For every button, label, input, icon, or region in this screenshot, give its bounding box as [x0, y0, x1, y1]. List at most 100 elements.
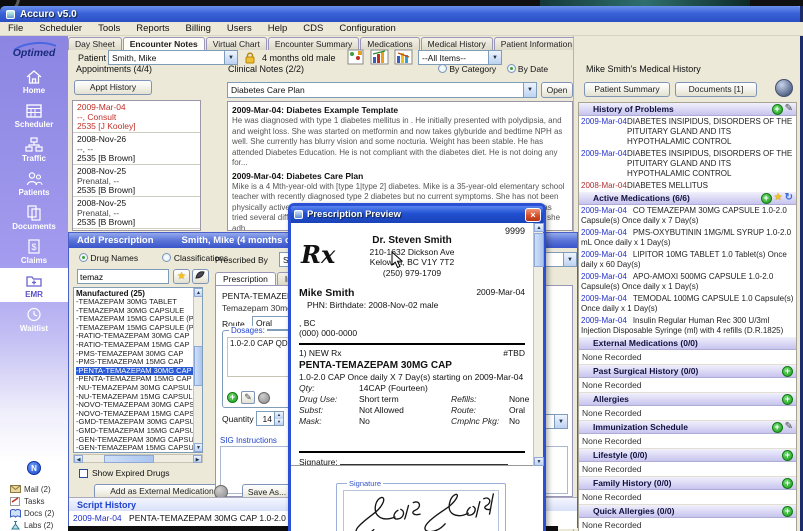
chevron-down-icon[interactable]: ▼ [224, 51, 237, 64]
add-icon[interactable]: + [771, 103, 783, 115]
problem-row[interactable]: 2008-Mar-04 DIABETES MELLITUS [579, 180, 796, 192]
appointment-row[interactable]: 2008-Nov-25 Prenatal, -- 2535 [B Brown] [73, 197, 200, 229]
by-category-radio[interactable]: By Category [438, 64, 496, 74]
growth-chart-icon-2[interactable] [370, 48, 390, 66]
add-icon[interactable]: + [782, 365, 793, 377]
section-header[interactable]: Allergies + ✎ [579, 393, 796, 406]
drug-search-input[interactable] [77, 269, 169, 284]
scroll-up-icon[interactable]: ▲ [534, 223, 544, 232]
sidebar-item-scheduler[interactable]: Scheduler [0, 98, 68, 132]
dialog-titlebar[interactable]: Prescription Preview × [291, 206, 543, 223]
edit-dosage-icon[interactable]: ✎ [241, 391, 255, 404]
sidebar-item-patients[interactable]: Patients [0, 166, 68, 200]
section-header[interactable]: Past Surgical History (0/0) + ✎ [579, 365, 796, 378]
medication-row[interactable]: 2009-Mar-04 Insulin Regular Human Rec 300… [579, 315, 796, 337]
menu-item[interactable]: Users [219, 23, 260, 34]
clinical-note[interactable]: 2009-Mar-04: Diabetes Example Template H… [232, 105, 568, 169]
spin-down-icon[interactable]: ▼ [275, 418, 283, 425]
appointment-row[interactable]: 2009-Mar-04 --, Consult 2535 [J Kooley] [73, 101, 200, 133]
sidebar-item-traffic[interactable]: Traffic [0, 132, 68, 166]
items-filter-select[interactable]: --All Items-- ▼ [418, 50, 502, 65]
show-expired-checkbox[interactable]: Show Expired Drugs [79, 468, 169, 478]
globe-icon[interactable] [775, 79, 793, 97]
drug-list-hscrollbar[interactable]: ◀ ▶ [73, 454, 203, 463]
add-icon[interactable]: + [782, 477, 793, 489]
section-header[interactable]: Family History (0/0) + ✎ [579, 477, 796, 490]
scroll-up-icon[interactable]: ▲ [194, 288, 202, 297]
medication-row[interactable]: 2009-Mar-04 LIPITOR 10MG TABLET 1.0 Table… [579, 249, 796, 271]
sidebar-item-docs[interactable]: Docs (2) [0, 507, 68, 519]
tab[interactable]: Day Sheet [68, 37, 122, 50]
dialog-scrollbar[interactable]: ▲ ▼ [533, 223, 544, 466]
problem-row[interactable]: 2009-Mar-04 DIABETES INSIPIDUS, DISORDER… [579, 148, 796, 180]
patient-summary-button[interactable]: Patient Summary [584, 82, 670, 97]
section-header[interactable]: Quick Allergies (0/0) + ✎ [579, 505, 796, 518]
quantity-stepper[interactable]: 14 ▲ ▼ [256, 411, 284, 426]
note-template-select[interactable]: Diabetes Care Plan ▼ [227, 82, 537, 98]
add-dosage-icon[interactable]: + [227, 392, 238, 403]
drug-list-scrollbar[interactable]: ▲ ▼ [193, 288, 202, 452]
drug-row[interactable]: GEN-TEMAZEPAM 15MG CAPSULE [76, 443, 194, 452]
chevron-down-icon[interactable]: ▼ [563, 253, 576, 266]
favorites-button[interactable]: ★ [173, 269, 190, 284]
sidebar-item-labs[interactable]: Labs (2) [0, 519, 68, 531]
appointment-row[interactable]: 2008-Nov-25 Prenatal, -- 2535 [B Brown] [73, 165, 200, 197]
section-header[interactable]: Immunization Schedule + ✎ [579, 421, 796, 434]
scroll-thumb[interactable] [104, 455, 154, 463]
star-icon[interactable]: ★ [774, 193, 783, 203]
chevron-down-icon[interactable]: ▼ [523, 83, 536, 97]
menu-item[interactable]: File [0, 23, 31, 34]
medication-row[interactable]: 2009-Mar-04 TEMODAL 100MG CAPSULE 1.0 Cap… [579, 293, 796, 315]
scroll-left-icon[interactable]: ◀ [74, 455, 83, 463]
add-icon[interactable]: + [782, 449, 793, 461]
sidebar-item-documents[interactable]: Documents [0, 200, 68, 234]
add-icon[interactable]: + [782, 505, 793, 517]
pencil-icon[interactable]: ✎ [785, 422, 793, 432]
patient-select[interactable]: Smith, Mike ▼ [108, 50, 238, 65]
chevron-down-icon[interactable]: ▼ [488, 51, 501, 64]
scroll-down-icon[interactable]: ▼ [194, 443, 202, 452]
scroll-thumb[interactable] [534, 233, 544, 267]
medication-row[interactable]: 2009-Mar-04 APO-AMOXI 500MG CAPSULE 1.0-2… [579, 271, 796, 293]
active-medications-header[interactable]: Active Medications (6/6) + ★ ↻ [579, 192, 796, 205]
close-icon[interactable]: × [525, 207, 541, 222]
menu-item[interactable]: Scheduler [31, 23, 90, 34]
growth-chart-icon-3[interactable] [394, 48, 414, 66]
problem-row[interactable]: 2009-Mar-04 DIABETES INSIPIDUS, DISORDER… [579, 116, 796, 148]
section-header[interactable]: Lifestyle (0/0) + ✎ [579, 449, 796, 462]
add-icon[interactable]: + [760, 192, 772, 204]
refresh-icon[interactable]: ↻ [785, 193, 793, 203]
documents-button[interactable]: Documents [1] [675, 82, 757, 97]
remove-dosage-icon[interactable] [258, 391, 270, 404]
menu-item[interactable]: CDS [295, 23, 331, 34]
sidebar-item-mail[interactable]: Mail (2) [0, 483, 68, 495]
sidebar-item-waitlist[interactable]: Waitlist [0, 302, 68, 336]
menu-item[interactable]: Reports [128, 23, 177, 34]
appt-history-button[interactable]: Appt History [74, 80, 152, 95]
add-icon[interactable]: + [771, 421, 783, 433]
scroll-thumb[interactable] [194, 346, 202, 386]
menu-item[interactable]: Tools [90, 23, 128, 34]
monograph-button[interactable] [192, 269, 209, 284]
notification-icon[interactable]: N [27, 461, 41, 475]
section-header[interactable]: External Medications (0/0) + ✎ [579, 337, 796, 350]
scroll-right-icon[interactable]: ▶ [193, 455, 202, 463]
growth-chart-icon-1[interactable] [346, 48, 366, 66]
menu-item[interactable]: Configuration [331, 23, 404, 34]
sidebar-item-home[interactable]: Home [0, 64, 68, 98]
history-of-problems-header[interactable]: History of Problems + ✎ [579, 103, 796, 116]
scroll-down-icon[interactable]: ▼ [534, 457, 544, 466]
tab[interactable]: Medical History [420, 37, 493, 50]
by-date-radio[interactable]: By Date [506, 64, 548, 74]
appointment-row[interactable]: 2008-Nov-26 --, -- 2535 [B Brown] [73, 133, 200, 165]
sidebar-item-claims[interactable]: $ Claims [0, 234, 68, 268]
pencil-icon[interactable]: ✎ [785, 104, 793, 114]
medication-row[interactable]: 2009-Mar-04 CO TEMAZEPAM 30MG CAPSULE 1.0… [579, 205, 796, 227]
drug-names-radio[interactable]: Drug Names [79, 253, 138, 263]
menu-item[interactable]: Help [260, 23, 296, 34]
tab-prescription[interactable]: Prescription [215, 272, 276, 285]
menu-item[interactable]: Billing [178, 23, 219, 34]
tab[interactable]: Encounter Notes [122, 37, 205, 50]
medication-row[interactable]: 2009-Mar-04 PMS-OXYBUTININ 1MG/ML SYRUP 1… [579, 227, 796, 249]
tab[interactable]: Virtual Chart [205, 37, 267, 50]
